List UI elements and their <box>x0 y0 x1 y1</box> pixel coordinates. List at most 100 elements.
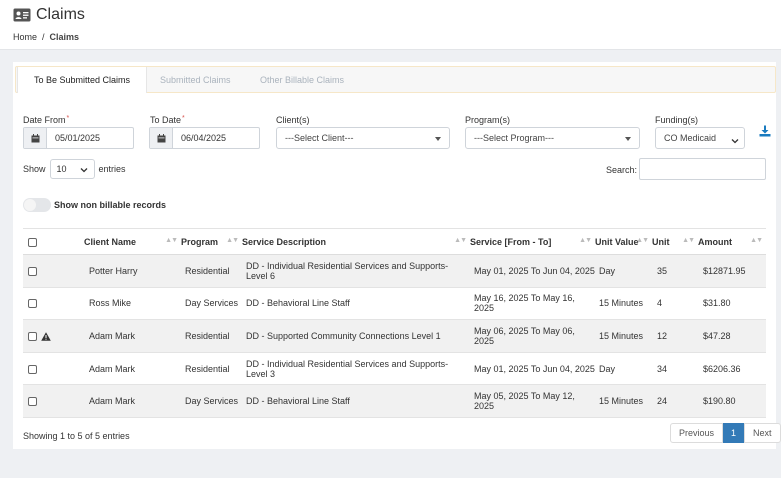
service-dates-cell: May 16, 2025 To May 16, 2025 <box>470 287 595 321</box>
search-input[interactable] <box>639 158 766 180</box>
claims-tabs: To Be Submitted Claims Submitted Claims … <box>15 66 776 93</box>
amount-cell: $47.28 <box>698 319 766 353</box>
to-date-label-text: To Date <box>150 115 182 125</box>
unit-value-cell: 15 Minutes <box>595 319 652 353</box>
client-name-cell: Adam Mark <box>84 352 181 386</box>
column-label: Service [From - To] <box>470 236 552 247</box>
funding-select[interactable]: CO Medicaid <box>655 127 745 149</box>
date-from-label-text: Date From <box>23 115 66 125</box>
claims-card: To Be Submitted Claims Submitted Claims … <box>13 62 781 449</box>
page-1-button[interactable]: 1 <box>723 423 745 443</box>
program-cell: Day Services <box>181 384 242 418</box>
column-label: Amount <box>698 236 732 247</box>
service-dates-cell: May 01, 2025 To Jun 04, 2025 <box>470 352 595 386</box>
caret-down-icon <box>435 137 441 141</box>
column-amount[interactable]: Amount ▲▼ <box>698 228 766 255</box>
non-billable-toggle-row: Show non billable records <box>23 198 166 212</box>
service-dates-cell: May 06, 2025 To May 06, 2025 <box>470 319 595 353</box>
select-all-checkbox[interactable] <box>28 237 37 247</box>
row-checkbox[interactable] <box>28 332 37 342</box>
unit-cell: 34 <box>652 352 698 386</box>
program-cell: Residential <box>181 352 242 386</box>
chevron-down-icon <box>731 132 739 152</box>
tab-other-billable-claims[interactable]: Other Billable Claims <box>244 67 360 93</box>
select-all-header <box>23 228 84 255</box>
show-label: Show <box>23 164 46 174</box>
table-row[interactable]: Adam Mark Residential DD - Supported Commu… <box>23 319 766 353</box>
service-description-cell: DD - Behavioral Line Staff <box>242 287 470 321</box>
breadcrumb-separator: / <box>42 32 45 42</box>
column-service-from-to[interactable]: Service [From - To] ▲▼ <box>470 228 595 255</box>
to-date-label: To Date* <box>150 115 185 125</box>
column-client-name[interactable]: Client Name ▲▼ <box>84 228 181 255</box>
date-from-value: 05/01/2025 <box>55 133 101 143</box>
column-label: Client Name <box>84 236 137 247</box>
search-label: Search: <box>606 165 638 175</box>
unit-cell: 12 <box>652 319 698 353</box>
amount-cell: $31.80 <box>698 287 766 321</box>
previous-page-button[interactable]: Previous <box>670 423 724 443</box>
table-row[interactable]: Adam Mark Day Services DD - Behavioral Lin… <box>23 384 766 418</box>
client-select-value: ---Select Client--- <box>285 133 354 143</box>
required-mark: * <box>182 115 185 122</box>
download-icon[interactable] <box>759 125 771 137</box>
table-row[interactable]: Ross Mike Day Services DD - Behavioral Lin… <box>23 287 766 321</box>
calendar-icon[interactable] <box>150 128 173 148</box>
unit-cell: 24 <box>652 384 698 418</box>
to-date-input[interactable]: 06/04/2025 <box>149 127 260 149</box>
program-cell: Residential <box>181 254 242 288</box>
row-checkbox[interactable] <box>28 397 37 407</box>
calendar-icon[interactable] <box>24 128 47 148</box>
amount-cell: $190.80 <box>698 384 766 418</box>
client-select[interactable]: ---Select Client--- <box>276 127 450 149</box>
tab-to-be-submitted-claims[interactable]: To Be Submitted Claims <box>17 67 148 93</box>
column-service-description[interactable]: Service Description ▲▼ <box>242 228 470 255</box>
sort-icon: ▲▼ <box>636 237 649 244</box>
non-billable-toggle[interactable] <box>23 198 51 212</box>
row-select-cell <box>23 254 84 288</box>
service-description-cell: DD - Individual Residential Services and… <box>242 254 470 288</box>
row-select-cell <box>23 287 84 321</box>
table-row[interactable]: Adam Mark Residential DD - Individual Resi… <box>23 352 766 386</box>
next-page-button[interactable]: Next <box>744 423 781 443</box>
claims-table: Client Name ▲▼ Program ▲▼ Service Descript… <box>23 228 766 418</box>
column-unit-value[interactable]: Unit Value ▲▼ <box>595 228 652 255</box>
date-from-label: Date From* <box>23 115 69 125</box>
sort-icon: ▲▼ <box>226 237 239 244</box>
table-info: Showing 1 to 5 of 5 entries <box>23 431 130 441</box>
entries-select[interactable]: 10 <box>49 159 95 179</box>
column-program[interactable]: Program ▲▼ <box>181 228 242 255</box>
table-row[interactable]: Potter Harry Residential DD - Individual R… <box>23 254 766 288</box>
row-select-cell <box>23 352 84 386</box>
caret-down-icon <box>625 137 631 141</box>
id-card-icon <box>13 8 31 22</box>
unit-cell: 4 <box>652 287 698 321</box>
row-checkbox[interactable] <box>28 266 37 276</box>
tab-submitted-claims[interactable]: Submitted Claims <box>144 67 247 93</box>
date-from-input[interactable]: 05/01/2025 <box>23 127 134 149</box>
to-date-value: 06/04/2025 <box>181 133 227 143</box>
clients-label: Client(s) <box>276 115 310 125</box>
unit-cell: 35 <box>652 254 698 288</box>
amount-cell: $12871.95 <box>698 254 766 288</box>
sort-icon: ▲▼ <box>165 237 178 244</box>
entries-select-value: 10 <box>56 164 67 174</box>
row-checkbox[interactable] <box>28 364 37 374</box>
column-label: Service Description <box>242 236 327 247</box>
breadcrumb-home[interactable]: Home <box>13 32 37 42</box>
sort-icon: ▲▼ <box>579 237 592 244</box>
service-description-cell: DD - Supported Community Connections Lev… <box>242 319 470 353</box>
program-select[interactable]: ---Select Program--- <box>465 127 640 149</box>
page-title: Claims <box>36 6 85 23</box>
column-unit[interactable]: Unit ▲▼ <box>652 228 698 255</box>
table-header-row: Client Name ▲▼ Program ▲▼ Service Descript… <box>23 228 766 255</box>
funding-select-value: CO Medicaid <box>664 133 717 143</box>
pagination: Previous 1 Next <box>670 423 781 443</box>
row-checkbox[interactable] <box>28 299 37 309</box>
program-cell: Residential <box>181 319 242 353</box>
service-dates-cell: May 01, 2025 To Jun 04, 2025 <box>470 254 595 288</box>
client-name-cell: Adam Mark <box>84 319 181 353</box>
warning-icon <box>41 332 51 341</box>
unit-value-cell: 15 Minutes <box>595 287 652 321</box>
column-label: Program <box>181 236 219 247</box>
